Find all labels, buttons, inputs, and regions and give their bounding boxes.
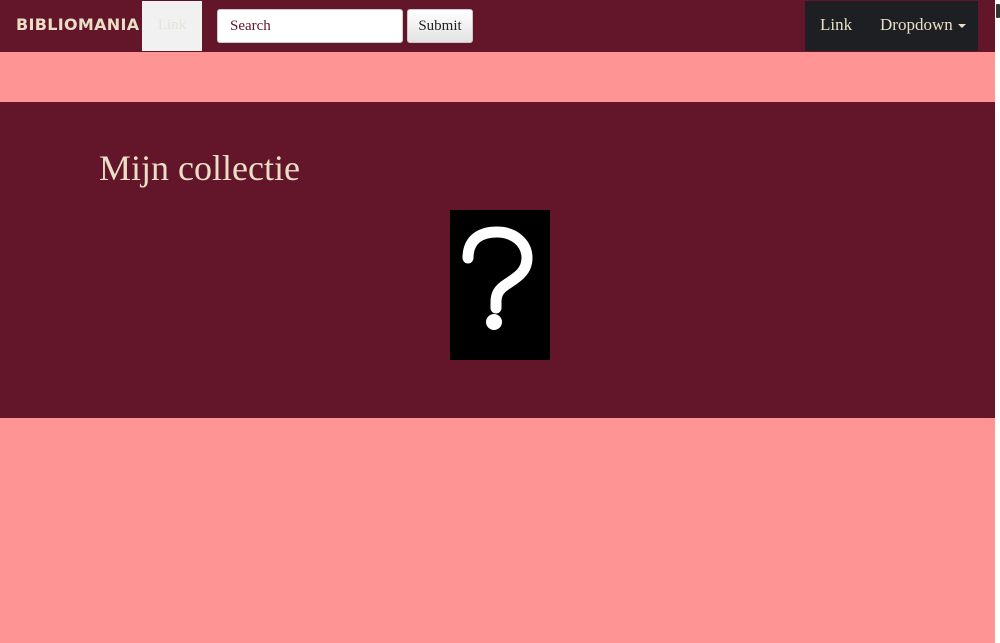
navbar: BIBLIOMANIA Link Submit Link Dropdown <box>0 0 995 52</box>
question-mark-icon <box>462 226 533 330</box>
window-edge <box>995 0 1000 643</box>
page-title: Mijn collectie <box>99 148 300 188</box>
search-input[interactable] <box>217 9 403 43</box>
caret-down-icon <box>957 24 966 29</box>
book-cover-placeholder[interactable] <box>450 210 550 360</box>
submit-button[interactable]: Submit <box>407 9 473 43</box>
brand-logo[interactable]: BIBLIOMANIA <box>16 0 139 52</box>
collection-banner: Mijn collectie <box>0 102 995 418</box>
nav-right-group: Link Dropdown <box>805 1 978 51</box>
nav-link-active[interactable]: Link <box>142 1 202 51</box>
dropdown-label: Dropdown <box>880 15 953 34</box>
nav-link[interactable]: Link <box>820 1 852 51</box>
dropdown-toggle[interactable]: Dropdown <box>880 1 966 51</box>
window-edge-mark <box>996 4 1000 18</box>
